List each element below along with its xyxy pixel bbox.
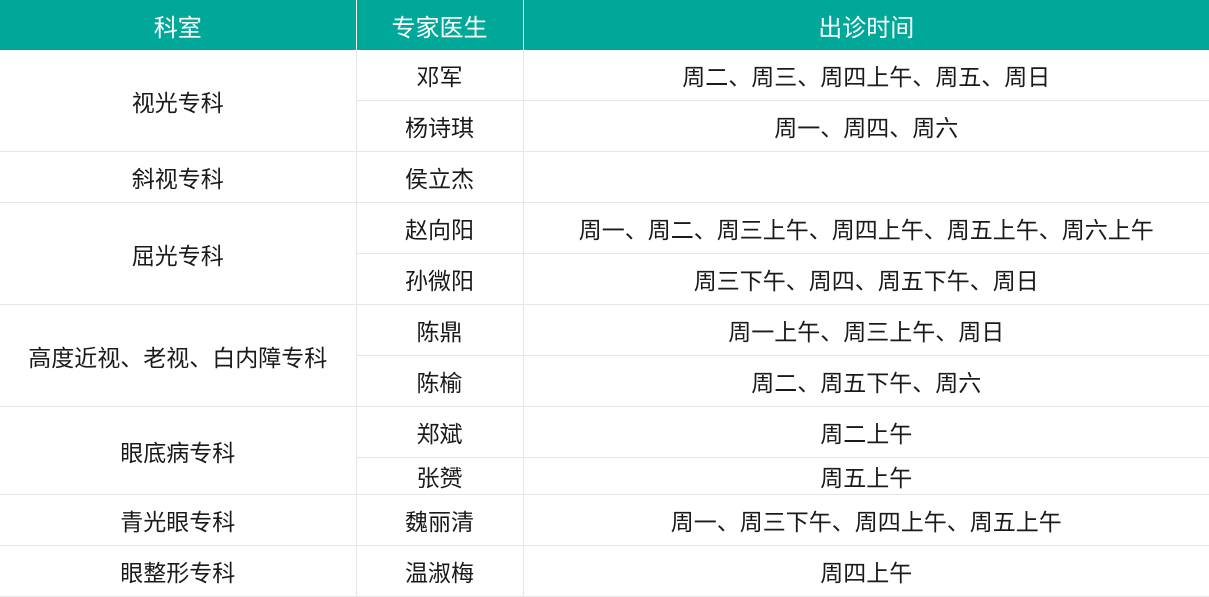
doctor-cell: 赵向阳 — [356, 202, 524, 254]
department-cell: 眼底病专科 — [0, 406, 357, 495]
doctor-cell: 魏丽清 — [356, 494, 524, 546]
time-cell: 周一、周四、周六 — [523, 100, 1209, 152]
time-cell: 周二、周五下午、周六 — [523, 355, 1209, 407]
department-cell: 高度近视、老视、白内障专科 — [0, 304, 357, 407]
table-row: 眼底病专科 郑斌 周二上午 — [0, 406, 1209, 495]
time-cell: 周五上午 — [523, 457, 1209, 495]
department-cell: 斜视专科 — [0, 151, 357, 203]
doctor-cell: 邓军 — [356, 50, 524, 101]
department-cell: 眼整形专科 — [0, 545, 357, 597]
doctor-cell: 杨诗琪 — [356, 100, 524, 152]
doctor-cell: 侯立杰 — [356, 151, 524, 203]
time-cell: 周三下午、周四、周五下午、周日 — [523, 253, 1209, 305]
header-department: 科室 — [0, 0, 357, 50]
department-cell: 视光专科 — [0, 50, 357, 152]
doctor-cell: 温淑梅 — [356, 545, 524, 597]
doctor-cell: 陈鼎 — [356, 304, 524, 356]
header-time: 出诊时间 — [523, 0, 1209, 50]
table-row: 高度近视、老视、白内障专科 陈鼎 周一上午、周三上午、周日 — [0, 304, 1209, 407]
table-row: 青光眼专科 魏丽清 周一、周三下午、周四上午、周五上午 — [0, 494, 1209, 546]
table-row: 斜视专科 侯立杰 — [0, 151, 1209, 203]
header-doctor: 专家医生 — [356, 0, 524, 50]
department-cell: 屈光专科 — [0, 202, 357, 305]
time-cell: 周四上午 — [523, 545, 1209, 597]
doctor-cell: 郑斌 — [356, 406, 524, 458]
table-header: 科室 专家医生 出诊时间 — [0, 0, 1209, 50]
department-cell: 青光眼专科 — [0, 494, 357, 546]
time-cell: 周一、周三下午、周四上午、周五上午 — [523, 494, 1209, 546]
header-row: 科室 专家医生 出诊时间 — [0, 0, 1209, 50]
doctor-cell: 张赟 — [356, 457, 524, 495]
table-body: 视光专科 邓军 周二、周三、周四上午、周五、周日 杨诗琪 周一、周四、周六 斜视… — [0, 50, 1209, 597]
clinic-schedule-table: 科室 专家医生 出诊时间 视光专科 邓军 周二、周三、周四上午、周五、周日 杨诗… — [0, 0, 1209, 597]
doctor-cell: 孙微阳 — [356, 253, 524, 305]
table-row: 屈光专科 赵向阳 周一、周二、周三上午、周四上午、周五上午、周六上午 — [0, 202, 1209, 305]
time-cell: 周二上午 — [523, 406, 1209, 458]
table-row: 视光专科 邓军 周二、周三、周四上午、周五、周日 — [0, 50, 1209, 152]
table-row: 眼整形专科 温淑梅 周四上午 — [0, 545, 1209, 597]
time-cell: 周一、周二、周三上午、周四上午、周五上午、周六上午 — [523, 202, 1209, 254]
doctor-cell: 陈榆 — [356, 355, 524, 407]
time-cell: 周一上午、周三上午、周日 — [523, 304, 1209, 356]
time-cell — [523, 151, 1209, 203]
time-cell: 周二、周三、周四上午、周五、周日 — [523, 50, 1209, 101]
